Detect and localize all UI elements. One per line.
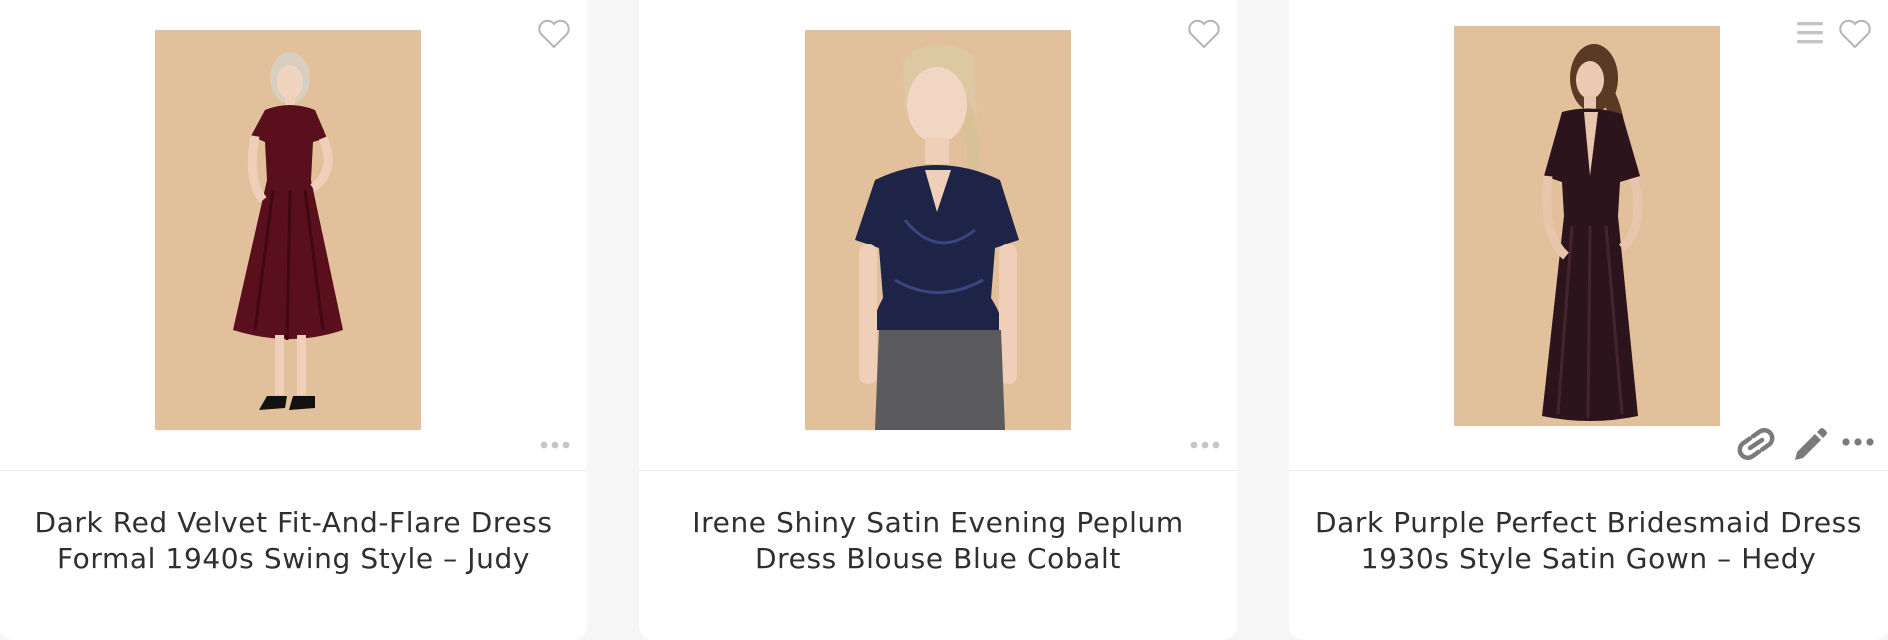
product-title-line: Dark Red Velvet Fit-And-Flare Dress [34,506,553,539]
list-icon[interactable] [1795,18,1825,48]
heart-outline-icon[interactable] [537,18,571,50]
product-title[interactable]: Dark Red Velvet Fit-And-Flare Dress Form… [20,505,567,577]
product-title-line: Dress Blouse Blue Cobalt [755,542,1121,575]
more-dots-icon[interactable] [538,438,572,452]
product-card[interactable]: Dark Red Velvet Fit-And-Flare Dress Form… [0,0,587,640]
product-card[interactable]: Dark Purple Perfect Bridesmaid Dress 193… [1289,0,1888,640]
product-title-line: 1930s Style Satin Gown – Hedy [1360,542,1817,575]
link-icon[interactable] [1734,422,1778,462]
product-image[interactable] [155,30,421,430]
product-card[interactable]: Irene Shiny Satin Evening Peplum Dress B… [639,0,1237,640]
blouse-figure-illustration [805,30,1071,430]
product-image[interactable] [805,30,1071,430]
heart-outline-icon[interactable] [1838,18,1872,50]
heart-outline-icon[interactable] [1187,18,1221,50]
pencil-icon[interactable] [1789,422,1829,462]
gown-figure-illustration [1454,26,1720,426]
product-title-line: Irene Shiny Satin Evening Peplum [692,506,1184,539]
product-title-line: Formal 1940s Swing Style – Judy [56,542,531,575]
product-title-line: Dark Purple Perfect Bridesmaid Dress [1314,506,1863,539]
dress-figure-illustration [155,30,421,430]
card-divider [0,470,587,471]
more-dots-icon[interactable] [1840,432,1876,452]
product-image[interactable] [1454,26,1720,426]
product-grid: Dark Red Velvet Fit-And-Flare Dress Form… [0,0,1888,640]
product-title[interactable]: Dark Purple Perfect Bridesmaid Dress 193… [1309,505,1868,577]
more-dots-icon[interactable] [1188,438,1222,452]
product-title[interactable]: Irene Shiny Satin Evening Peplum Dress B… [659,505,1217,577]
product-action-toolbar [1734,420,1884,464]
card-divider [639,470,1237,471]
card-divider [1289,470,1888,471]
